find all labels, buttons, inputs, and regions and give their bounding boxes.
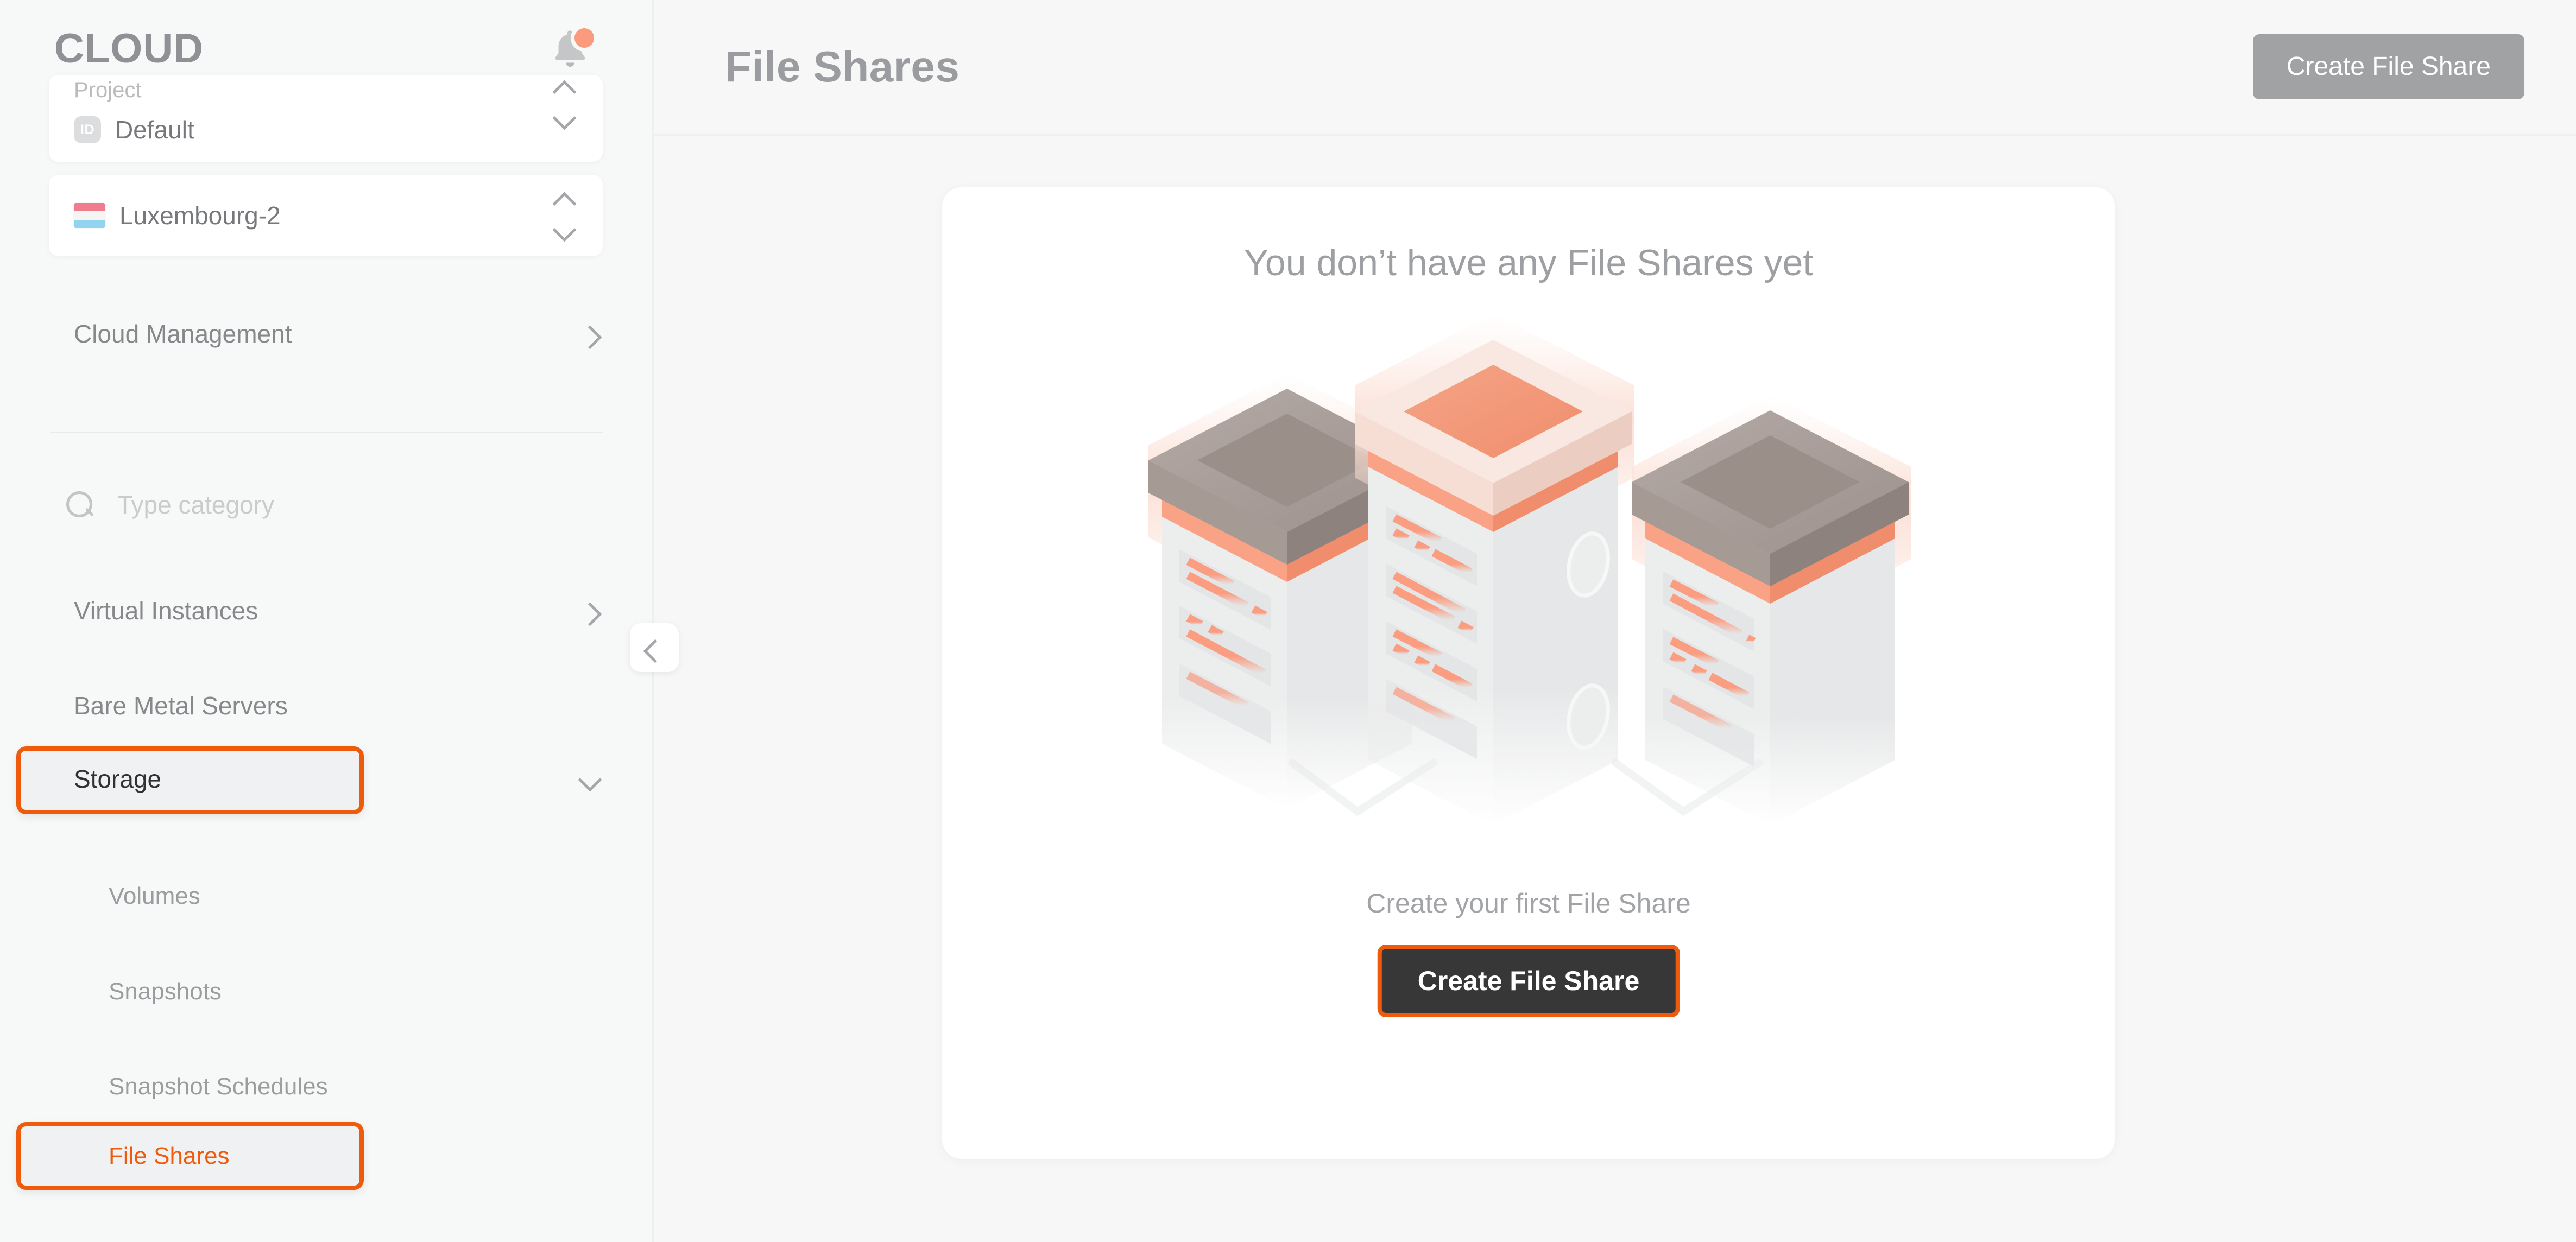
sidebar-item-label: Snapshots bbox=[109, 978, 222, 1005]
search-input-placeholder[interactable]: Type category bbox=[117, 490, 274, 519]
isometric-servers-illustration bbox=[1053, 304, 2004, 901]
project-selector-value: Default bbox=[115, 115, 194, 144]
sidebar-item-label: Virtual Instances bbox=[74, 596, 258, 625]
page-header: File Shares Create File Share bbox=[654, 0, 2576, 136]
sidebar-item-label: Bare Metal Servers bbox=[74, 691, 288, 720]
notifications-button[interactable] bbox=[540, 19, 600, 79]
region-selector-stepper[interactable] bbox=[553, 191, 574, 236]
main-content: File Shares Create File Share You don’t … bbox=[654, 0, 2576, 1242]
sidebar-item-cloud-management[interactable]: Cloud Management bbox=[0, 301, 654, 366]
chevron-right-icon bbox=[578, 327, 600, 340]
sidebar-item-virtual-instances[interactable]: Virtual Instances bbox=[0, 578, 654, 643]
server-right bbox=[1632, 395, 1911, 825]
project-selector[interactable]: Project ID Default bbox=[49, 75, 603, 162]
sidebar-item-volumes[interactable]: Volumes bbox=[0, 866, 654, 926]
project-selector-stepper[interactable] bbox=[553, 79, 574, 124]
chevron-down-icon bbox=[578, 772, 600, 785]
content-area: You don’t have any File Shares yet bbox=[654, 136, 2576, 1242]
create-file-share-button-header[interactable]: Create File Share bbox=[2253, 34, 2524, 99]
illustration-svg bbox=[1053, 304, 2004, 901]
sidebar-divider bbox=[50, 432, 603, 433]
search-icon bbox=[65, 490, 94, 519]
luxembourg-flag-icon bbox=[74, 203, 105, 228]
sidebar-item-file-shares[interactable]: File Shares bbox=[0, 1122, 654, 1190]
sidebar-item-label: Volumes bbox=[109, 883, 200, 910]
sidebar-item-label: Cloud Management bbox=[74, 319, 292, 348]
sidebar-item-label: Snapshot Schedules bbox=[109, 1073, 328, 1100]
brand-logo: CLOUD bbox=[54, 28, 204, 69]
category-search[interactable]: Type category bbox=[0, 467, 654, 543]
project-selector-label: Project bbox=[74, 78, 142, 103]
region-selector-value-row: Luxembourg-2 bbox=[74, 201, 281, 230]
chevron-up-icon[interactable] bbox=[553, 191, 574, 204]
sidebar-item-bare-metal-servers[interactable]: Bare Metal Servers bbox=[0, 673, 654, 738]
empty-state-title: You don’t have any File Shares yet bbox=[942, 242, 2115, 284]
region-selector[interactable]: Luxembourg-2 bbox=[49, 175, 603, 256]
page-title: File Shares bbox=[725, 42, 959, 92]
create-file-share-button-cta[interactable]: Create File Share bbox=[1378, 945, 1680, 1017]
chevron-right-icon bbox=[578, 604, 600, 617]
sidebar-item-storage[interactable]: Storage bbox=[0, 746, 654, 812]
project-id-badge: ID bbox=[74, 116, 101, 143]
chevron-down-icon[interactable] bbox=[553, 223, 574, 236]
region-selector-value: Luxembourg-2 bbox=[119, 201, 281, 230]
sidebar: CLOUD Project ID Default bbox=[0, 0, 654, 1242]
server-center bbox=[1355, 314, 1634, 825]
chevron-down-icon[interactable] bbox=[553, 111, 574, 124]
sidebar-item-label: File Shares bbox=[109, 1143, 230, 1170]
sidebar-item-snapshot-schedules[interactable]: Snapshot Schedules bbox=[0, 1057, 654, 1117]
sidebar-collapse-button[interactable] bbox=[630, 623, 679, 672]
empty-state-card: You don’t have any File Shares yet bbox=[942, 187, 2115, 1159]
empty-state-cta-wrapper: Create File Share bbox=[1378, 945, 1680, 1017]
empty-state-subtitle: Create your first File Share bbox=[942, 888, 2115, 919]
chevron-up-icon[interactable] bbox=[553, 79, 574, 92]
project-selector-value-row: ID Default bbox=[74, 115, 194, 144]
chevron-left-icon bbox=[643, 641, 665, 654]
sidebar-item-label: Storage bbox=[74, 764, 161, 794]
notification-badge-dot bbox=[571, 24, 598, 52]
app-root: CLOUD Project ID Default bbox=[0, 0, 2576, 1242]
sidebar-item-snapshots[interactable]: Snapshots bbox=[0, 962, 654, 1022]
